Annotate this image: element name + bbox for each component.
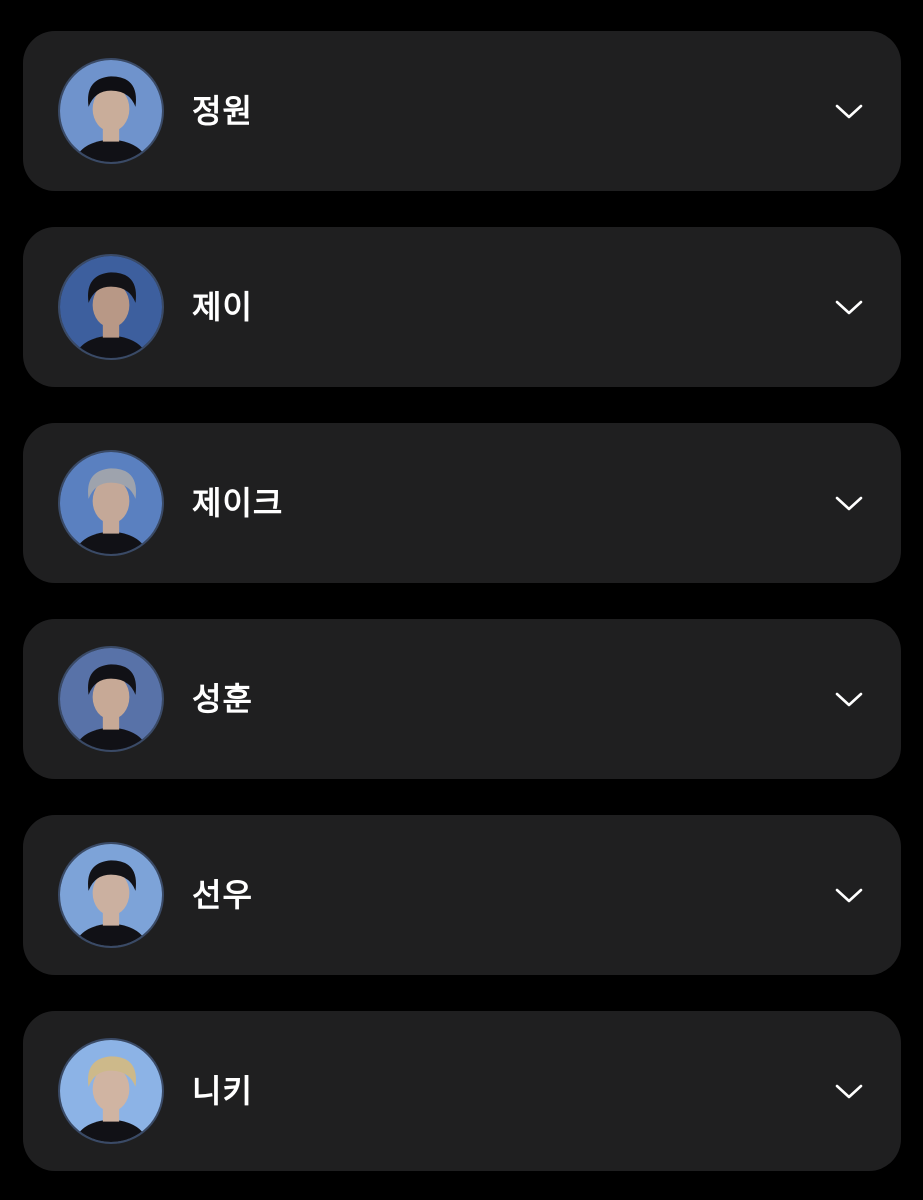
chevron-down-icon[interactable] bbox=[833, 683, 865, 715]
member-card-jay[interactable]: 제이 bbox=[23, 227, 901, 387]
member-portrait-icon bbox=[60, 256, 162, 358]
member-name: 선우 bbox=[192, 876, 253, 914]
member-name: 니키 bbox=[192, 1072, 253, 1110]
chevron-down-icon[interactable] bbox=[833, 95, 865, 127]
chevron-down-icon[interactable] bbox=[833, 291, 865, 323]
avatar bbox=[58, 842, 164, 948]
chevron-down-icon[interactable] bbox=[833, 487, 865, 519]
member-list: 정원 제이 제이크 성훈 선우 니키 bbox=[0, 0, 923, 1200]
avatar bbox=[58, 1038, 164, 1144]
avatar bbox=[58, 646, 164, 752]
chevron-down-icon[interactable] bbox=[833, 1075, 865, 1107]
member-card-sunghoon[interactable]: 성훈 bbox=[23, 619, 901, 779]
member-portrait-icon bbox=[60, 1040, 162, 1142]
member-card-niki[interactable]: 니키 bbox=[23, 1011, 901, 1171]
member-card-sunoo[interactable]: 선우 bbox=[23, 815, 901, 975]
member-name: 정원 bbox=[192, 92, 253, 130]
avatar bbox=[58, 254, 164, 360]
member-portrait-icon bbox=[60, 844, 162, 946]
avatar bbox=[58, 450, 164, 556]
avatar bbox=[58, 58, 164, 164]
member-name: 성훈 bbox=[192, 680, 253, 718]
member-name: 제이 bbox=[192, 288, 253, 326]
member-name: 제이크 bbox=[192, 484, 284, 522]
member-portrait-icon bbox=[60, 60, 162, 162]
member-card-jungwon[interactable]: 정원 bbox=[23, 31, 901, 191]
member-card-jake[interactable]: 제이크 bbox=[23, 423, 901, 583]
chevron-down-icon[interactable] bbox=[833, 879, 865, 911]
member-portrait-icon bbox=[60, 452, 162, 554]
member-portrait-icon bbox=[60, 648, 162, 750]
